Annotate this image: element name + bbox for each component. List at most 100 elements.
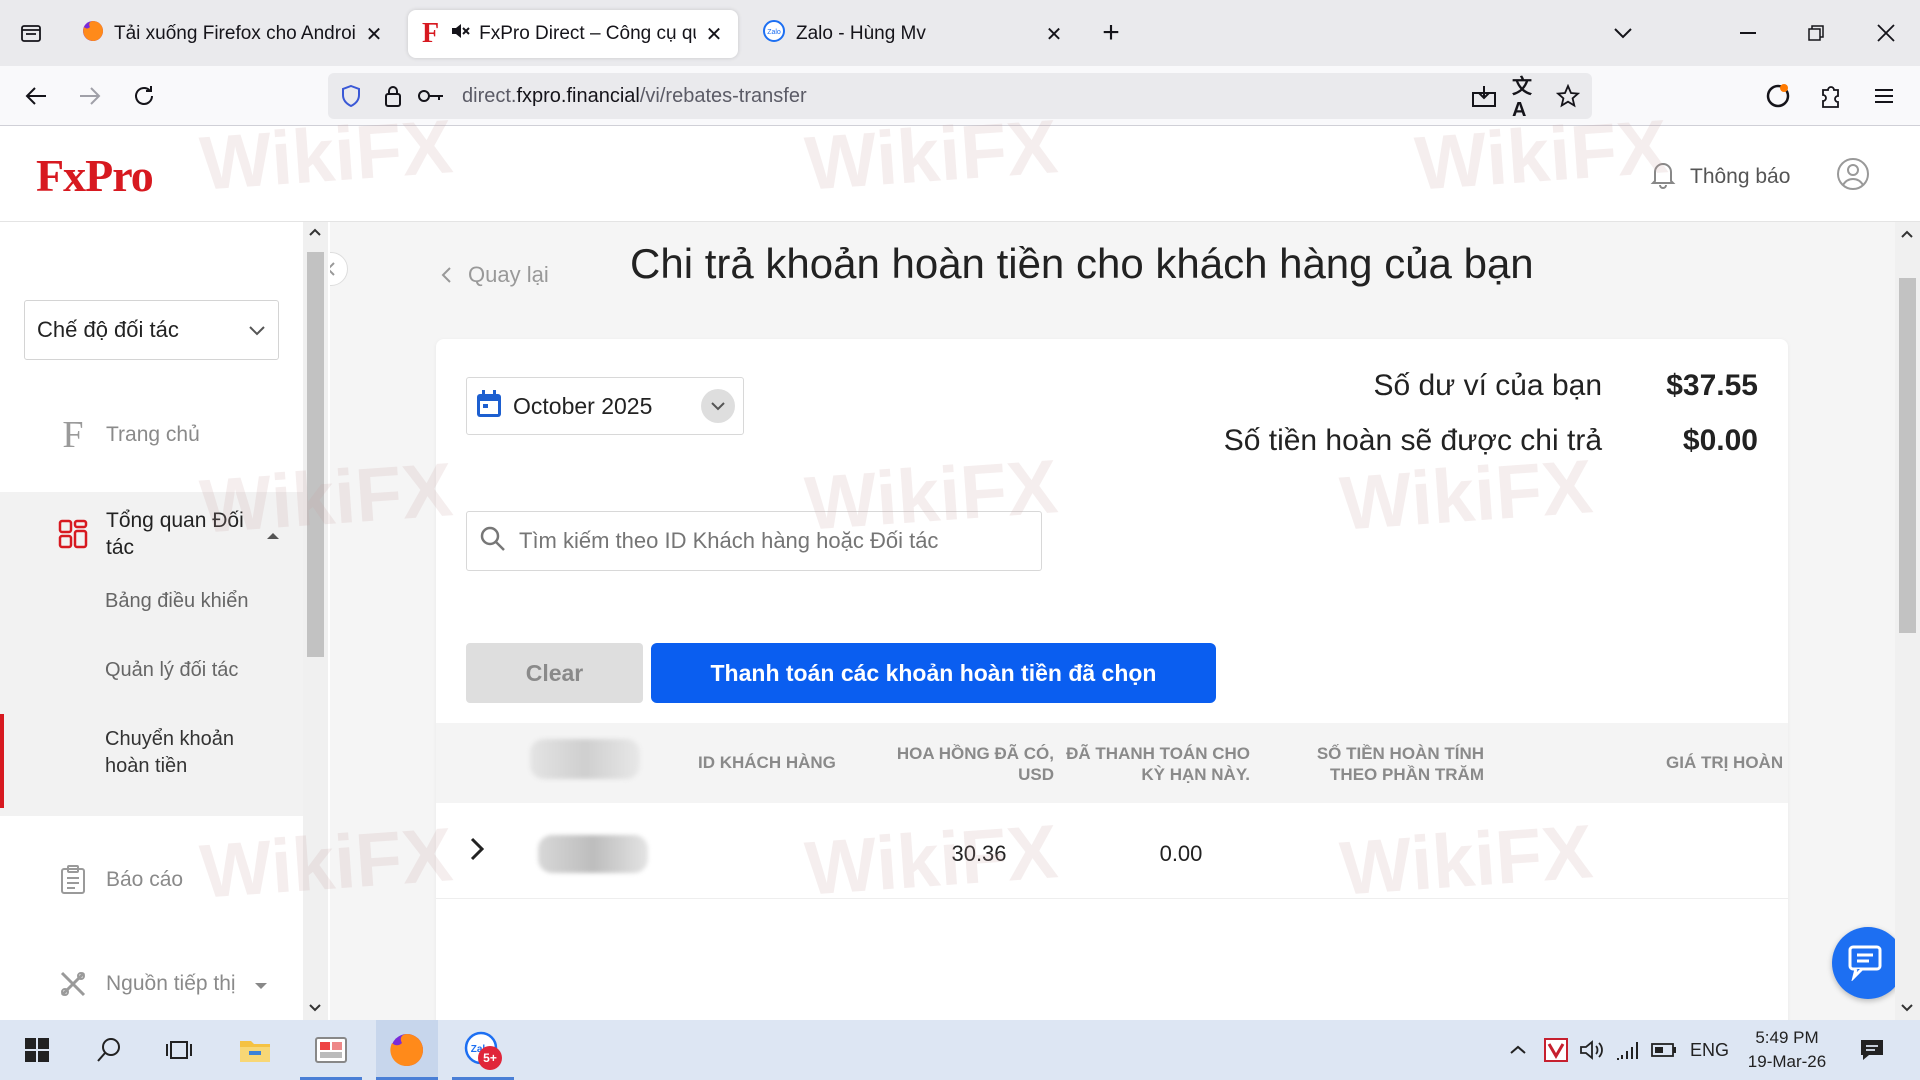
- url-text[interactable]: direct.fxpro.financial/vi/rebates-transf…: [462, 85, 807, 108]
- muted-speaker-icon[interactable]: [449, 20, 471, 48]
- watermark: WikiFX: [802, 444, 1061, 547]
- main-scrollbar[interactable]: [1895, 222, 1920, 1020]
- sidebar-subitem-dashboard[interactable]: Bảng điều khiển: [105, 588, 248, 615]
- browser-tab-zalo[interactable]: Zalo Zalo - Hùng Mv ✕: [748, 10, 1078, 58]
- fxpro-favicon-icon: F: [422, 18, 440, 49]
- firefox-view-icon[interactable]: [14, 16, 48, 50]
- tab-close-icon[interactable]: ✕: [1044, 22, 1064, 47]
- input-language[interactable]: ENG: [1690, 1040, 1729, 1061]
- antivirus-tray-icon[interactable]: [1542, 1036, 1570, 1064]
- battery-icon[interactable]: [1650, 1036, 1678, 1064]
- expand-row-icon[interactable]: [470, 837, 485, 866]
- firefox-taskbar-icon[interactable]: [376, 1020, 438, 1080]
- url-path: /vi/rebates-transfer: [639, 85, 807, 107]
- column-header-paid[interactable]: ĐÃ THANH TOÁN CHO KỲ HẠN NÀY.: [1058, 743, 1250, 785]
- dashboard-grid-icon: [56, 517, 90, 551]
- main-content: Quay lại Chi trả khoản hoàn tiền cho khá…: [330, 222, 1895, 1020]
- collapse-sidebar-button[interactable]: [330, 252, 348, 286]
- calendar-icon: [475, 389, 503, 424]
- windows-start-icon[interactable]: [6, 1020, 68, 1080]
- sidebar-item-label: Trang chủ: [106, 423, 200, 446]
- fxpro-f-icon: F: [62, 414, 84, 456]
- search-icon[interactable]: [78, 1020, 140, 1080]
- sidebar-subitem-rebates-transfer[interactable]: Chuyển khoản hoàn tiền: [105, 726, 275, 780]
- forward-arrow-icon[interactable]: [72, 78, 108, 114]
- chat-support-button[interactable]: [1832, 927, 1895, 999]
- tab-title: FxPro Direct – Công cụ quả: [479, 23, 696, 44]
- zalo-logo-icon: Zalo: [762, 19, 786, 49]
- column-header-percent[interactable]: SỐ TIỀN HOÀN TÍNH THEO PHẦN TRĂM: [1276, 743, 1484, 785]
- clock[interactable]: 5:49 PM 19-Mar-26: [1742, 1026, 1832, 1074]
- extensions-puzzle-icon[interactable]: [1812, 78, 1848, 114]
- reload-icon[interactable]: [126, 78, 162, 114]
- wallet-balance-value: $37.55: [1666, 369, 1758, 402]
- browser-tab-fxpro[interactable]: F FxPro Direct – Công cụ quả ✕: [408, 10, 738, 58]
- wallet-balance-label: Số dư ví của bạn: [1373, 369, 1602, 402]
- clear-button[interactable]: Clear: [466, 643, 643, 703]
- account-sync-icon[interactable]: [1760, 78, 1796, 114]
- caret-down-icon: [254, 972, 268, 996]
- tracking-shield-icon[interactable]: [338, 83, 364, 109]
- watermark: WikiFX: [802, 809, 1061, 912]
- svg-text:Zalo: Zalo: [767, 29, 781, 36]
- scroll-down-arrow-icon[interactable]: [308, 1002, 322, 1014]
- lock-icon[interactable]: [380, 83, 406, 109]
- chevron-down-icon: [248, 317, 266, 343]
- pay-selected-button[interactable]: Thanh toán các khoản hoàn tiền đã chọn: [651, 643, 1216, 703]
- show-hidden-icons-chevron-icon[interactable]: [1504, 1036, 1532, 1064]
- page-title: Chi trả khoản hoàn tiền cho khách hàng c…: [630, 240, 1534, 287]
- firefox-logo-icon: [82, 20, 104, 48]
- task-view-icon[interactable]: [148, 1020, 210, 1080]
- watermark: WikiFX: [1337, 809, 1596, 912]
- tab-close-icon[interactable]: ✕: [704, 22, 724, 47]
- window-minimize-icon[interactable]: [1728, 16, 1768, 50]
- window-close-icon[interactable]: [1866, 16, 1906, 50]
- window-restore-icon[interactable]: [1796, 16, 1836, 50]
- chevron-down-icon[interactable]: [701, 389, 735, 423]
- chat-bubble-icon: [1848, 945, 1882, 981]
- active-item-indicator: [0, 714, 4, 808]
- tab-close-icon[interactable]: ✕: [364, 22, 384, 47]
- partner-mode-select[interactable]: Chế độ đối tác: [24, 300, 279, 360]
- search-icon: [479, 525, 507, 558]
- back-link[interactable]: Quay lại: [440, 262, 549, 288]
- watermark: WikiFX: [1412, 104, 1671, 207]
- snipping-tool-icon[interactable]: [300, 1020, 362, 1080]
- hamburger-menu-icon[interactable]: [1866, 78, 1902, 114]
- sidebar-subitem-partner-management[interactable]: Quản lý đối tác: [105, 657, 238, 684]
- fxpro-logo[interactable]: FxPro: [36, 149, 154, 202]
- sidebar-item-label: Báo cáo: [106, 868, 184, 891]
- mode-select-value: Chế độ đối tác: [37, 317, 179, 342]
- scroll-up-arrow-icon[interactable]: [308, 226, 322, 238]
- download-page-icon[interactable]: [1470, 83, 1498, 109]
- column-header-commission[interactable]: HOA HỒNG ĐÃ CÓ, USD: [864, 743, 1054, 785]
- user-profile-icon[interactable]: [1836, 157, 1870, 196]
- bookmark-star-icon[interactable]: [1554, 83, 1582, 109]
- sidebar-item-marketing[interactable]: Nguồn tiếp thị: [0, 954, 303, 1014]
- sidebar-item-home[interactable]: F Trang chủ: [0, 402, 303, 468]
- volume-muted-icon[interactable]: [1578, 1036, 1606, 1064]
- action-center-icon[interactable]: [1856, 1034, 1888, 1066]
- tab-title: Zalo - Hùng Mv: [796, 23, 926, 44]
- notifications-label: Thông báo: [1690, 164, 1791, 188]
- blurred-client-cell: [538, 835, 648, 873]
- period-picker[interactable]: October 2025: [466, 377, 744, 435]
- back-arrow-icon[interactable]: [18, 78, 54, 114]
- chevron-left-icon: [330, 262, 335, 276]
- blurred-header-cell: [530, 739, 640, 779]
- wifi-icon[interactable]: [1614, 1036, 1642, 1064]
- zalo-taskbar-icon[interactable]: Zalo 5+: [452, 1020, 514, 1080]
- browser-tab-firefox-download[interactable]: Tải xuống Firefox cho Android v ✕: [68, 10, 398, 58]
- file-explorer-icon[interactable]: [224, 1020, 286, 1080]
- column-header-rebate-value[interactable]: GIÁ TRỊ HOÀN: [1666, 753, 1783, 773]
- column-header-client-id[interactable]: ID KHÁCH HÀNG: [698, 753, 836, 773]
- translate-icon[interactable]: 文A: [1512, 76, 1540, 121]
- scroll-down-arrow-icon[interactable]: [1900, 1002, 1914, 1014]
- main-scroll-thumb[interactable]: [1899, 278, 1916, 633]
- browser-tab-strip: Tải xuống Firefox cho Android v ✕ F FxPr…: [0, 0, 1920, 66]
- sidebar-item-label: Nguồn tiếp thị: [106, 972, 236, 995]
- scroll-up-arrow-icon[interactable]: [1900, 228, 1914, 240]
- new-tab-icon[interactable]: +: [1094, 16, 1128, 50]
- tab-list-chevron-icon[interactable]: [1606, 16, 1640, 50]
- report-icon: [56, 863, 90, 897]
